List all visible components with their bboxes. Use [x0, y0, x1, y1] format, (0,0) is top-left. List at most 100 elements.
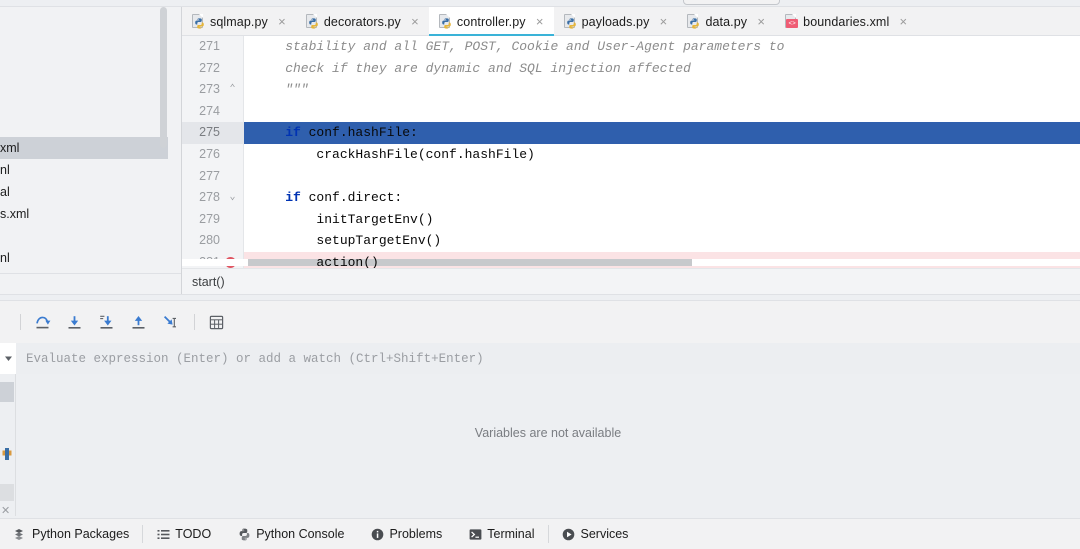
frames-selected-row — [0, 382, 14, 402]
editor-tab-sqlmap-py[interactable]: sqlmap.py × — [182, 7, 296, 36]
run-to-cursor-icon[interactable] — [157, 309, 183, 335]
step-into-icon[interactable] — [61, 309, 87, 335]
tool-window-button-problems[interactable]: Problems — [357, 519, 455, 549]
frames-band — [0, 484, 14, 501]
line-number: 274 — [199, 103, 220, 118]
editor-tab-label: controller.py — [456, 14, 526, 29]
close-icon[interactable]: × — [276, 15, 288, 28]
line-number: 272 — [199, 60, 220, 75]
tool-window-label: Terminal — [487, 527, 535, 541]
code-text: crackHashFile(conf.hashFile) — [254, 146, 535, 162]
tool-window-label: TODO — [175, 527, 212, 541]
breadcrumb[interactable]: start() — [182, 268, 1080, 294]
close-icon[interactable]: ✕ — [1, 504, 10, 517]
force-step-into-icon[interactable] — [93, 309, 119, 335]
popup-item-list: xml nl al s.xml nl — [0, 137, 181, 269]
line-number: 279 — [199, 211, 220, 226]
editor-tab-payloads-py[interactable]: payloads.py × — [554, 7, 678, 36]
code-text: initTargetEnv() — [254, 211, 434, 227]
pycharm-debugger-window: sqlmap.py × decorators.py × controller.py × pa… — [0, 0, 1080, 549]
editor-tab-label: boundaries.xml — [803, 14, 890, 29]
code-text: if conf.direct: — [254, 190, 403, 206]
close-icon[interactable]: × — [534, 15, 546, 28]
code-line[interactable]: 274 — [182, 101, 1080, 123]
python-file-icon — [686, 14, 700, 29]
editor-debug-splitter[interactable] — [0, 294, 1080, 301]
todo-list-icon — [156, 527, 170, 541]
line-number: 278 — [199, 190, 220, 205]
editor-tab-controller-py[interactable]: controller.py × — [428, 7, 554, 36]
code-line[interactable]: 273 ⌃ """ — [182, 79, 1080, 101]
python-file-icon — [438, 14, 452, 29]
tool-window-label: Problems — [389, 527, 443, 541]
popup-scrollbar[interactable] — [160, 7, 167, 148]
tool-window-button-services[interactable]: Services — [549, 519, 642, 549]
python-file-icon — [305, 14, 319, 29]
tool-window-button-terminal[interactable]: Terminal — [455, 519, 547, 549]
code-line[interactable]: 275 if conf.hashFile: — [182, 122, 1080, 144]
evaluate-expression-icon[interactable] — [203, 309, 229, 335]
breadcrumb-label: start() — [192, 274, 225, 289]
tool-window-button-python-console[interactable]: Python Console — [224, 519, 357, 549]
line-highlight — [244, 166, 1080, 188]
code-text: setupTargetEnv() — [254, 233, 442, 249]
list-item[interactable]: nl — [0, 247, 181, 269]
code-text: check if they are dynamic and SQL inject… — [254, 60, 691, 76]
evaluate-expression-input[interactable]: Evaluate expression (Enter) or add a wat… — [16, 343, 1080, 374]
code-text: if conf.hashFile: — [254, 125, 418, 141]
clipped-file-popup: xml nl al s.xml nl — [0, 7, 182, 295]
frames-collapse-caret[interactable] — [0, 343, 16, 374]
close-icon[interactable]: × — [657, 15, 669, 28]
editor-tab-decorators-py[interactable]: decorators.py × — [296, 7, 429, 36]
variables-pane[interactable]: Variables are not available — [16, 374, 1080, 516]
close-icon[interactable]: × — [409, 15, 421, 28]
code-line[interactable]: 278 ⌄ if conf.direct: — [182, 187, 1080, 209]
code-line[interactable]: 272 check if they are dynamic and SQL in… — [182, 58, 1080, 80]
list-item[interactable]: al — [0, 181, 181, 203]
tool-window-bar: Python Packages TODO Python Console Problem… — [0, 518, 1080, 549]
code-line[interactable]: 279 initTargetEnv() — [182, 209, 1080, 231]
variables-empty-message: Variables are not available — [474, 426, 622, 440]
code-editor[interactable]: 271 stability and all GET, POST, Cookie … — [182, 36, 1080, 268]
close-icon[interactable]: × — [755, 15, 767, 28]
line-number: 277 — [199, 168, 220, 183]
debugger-stepping-toolbar — [0, 301, 1080, 343]
close-icon[interactable]: × — [897, 15, 909, 28]
code-text: action() — [254, 254, 379, 268]
clipped-frames-strip[interactable]: ✕ — [0, 374, 16, 517]
editor-tab-data-py[interactable]: data.py × — [677, 7, 775, 36]
problems-icon — [370, 527, 384, 541]
stepping-divider-right — [194, 314, 195, 330]
evaluate-placeholder: Evaluate expression (Enter) or add a wat… — [26, 351, 484, 366]
code-line[interactable]: 277 — [182, 166, 1080, 188]
code-fold-icon[interactable]: ⌄ — [226, 187, 239, 209]
toolbar-lead-space — [0, 301, 12, 343]
list-item[interactable]: xml — [0, 137, 168, 159]
list-item[interactable]: s.xml — [0, 203, 181, 225]
editor-tab-label: payloads.py — [581, 14, 650, 29]
line-number: 276 — [199, 146, 220, 161]
python-file-icon — [191, 14, 205, 29]
window-top-edge — [0, 0, 1080, 7]
step-out-icon[interactable] — [125, 309, 151, 335]
xml-file-icon: <> — [784, 14, 799, 29]
code-line[interactable]: 271 stability and all GET, POST, Cookie … — [182, 36, 1080, 58]
line-number: 275 — [199, 125, 220, 140]
code-fold-icon[interactable]: ⌃ — [226, 79, 239, 101]
line-number: 271 — [199, 39, 220, 53]
code-line[interactable]: 276 crackHashFile(conf.hashFile) — [182, 144, 1080, 166]
services-icon — [562, 527, 576, 541]
editor-tab-boundaries-xml[interactable]: <> boundaries.xml × — [775, 7, 917, 36]
code-text: """ — [254, 82, 309, 98]
thread-icon — [2, 447, 12, 461]
python-packages-icon — [13, 527, 27, 541]
clipped-popup-nub — [683, 0, 780, 5]
list-item[interactable] — [0, 225, 181, 247]
tool-window-button-python-packages[interactable]: Python Packages — [0, 519, 142, 549]
tool-window-button-todo[interactable]: TODO — [143, 519, 224, 549]
code-line[interactable]: 280 setupTargetEnv() — [182, 230, 1080, 252]
stepping-divider-left — [20, 314, 21, 330]
list-item[interactable]: nl — [0, 159, 181, 181]
editor-lines[interactable]: 271 stability and all GET, POST, Cookie … — [182, 36, 1080, 268]
step-over-icon[interactable] — [29, 309, 55, 335]
